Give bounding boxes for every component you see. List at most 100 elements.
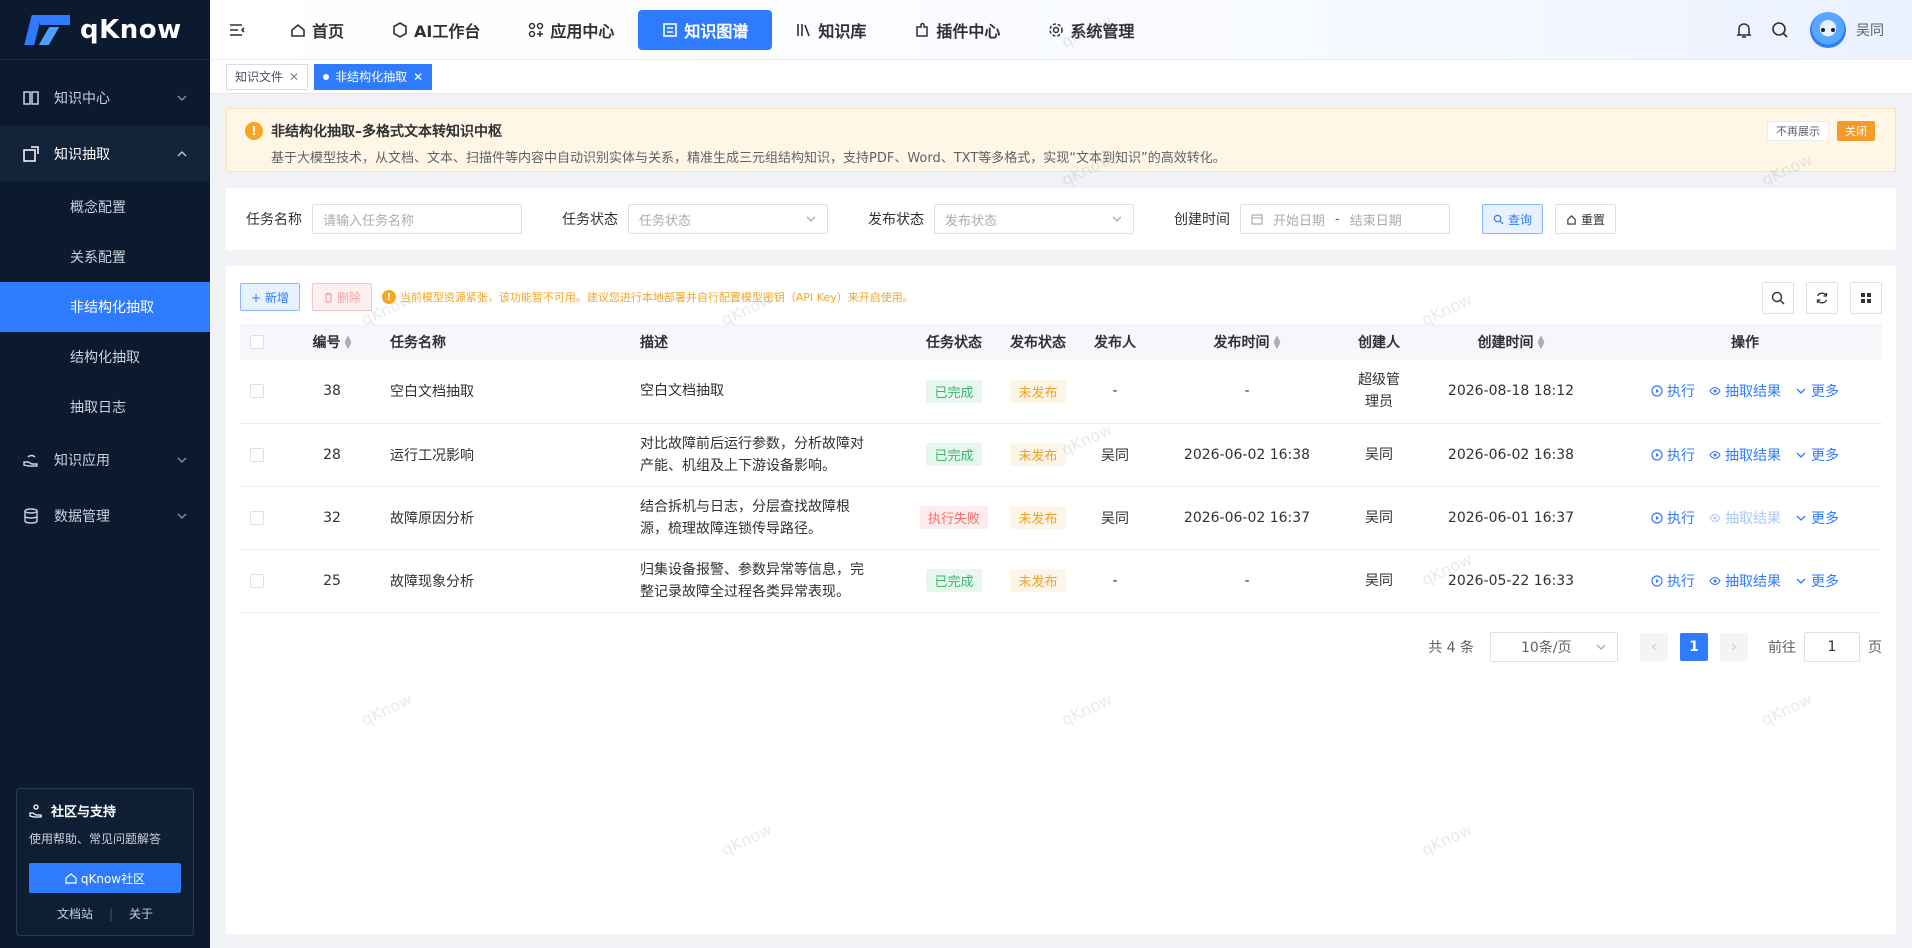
header-publish-time[interactable]: 发布时间 ▲ ▼ — [1150, 324, 1344, 360]
extract-result-button[interactable]: 抽取结果 — [1709, 571, 1781, 591]
cell-publish-time: - — [1244, 572, 1250, 589]
task-status-group: 任务状态 任务状态 — [562, 204, 828, 234]
task-status-select[interactable]: 任务状态 — [628, 204, 828, 234]
nav-app-center[interactable]: 应用中心 — [504, 10, 638, 50]
row-checkbox[interactable] — [250, 510, 264, 525]
avatar[interactable] — [1810, 12, 1846, 48]
nav-home[interactable]: 首页 — [266, 10, 368, 50]
placeholder: 请输入任务名称 — [323, 213, 415, 229]
about-link[interactable]: 关于 — [129, 905, 153, 922]
bell-icon[interactable] — [1734, 20, 1754, 40]
docs-link[interactable]: 文档站 — [57, 905, 93, 922]
tag-unstructured-extraction[interactable]: 非结构化抽取 ✕ — [314, 63, 433, 90]
sidebar-subitem-concept-config[interactable]: 概念配置 — [0, 182, 210, 232]
sidebar-subitem-unstructured-extraction[interactable]: 非结构化抽取 — [0, 282, 210, 332]
date-range-picker[interactable]: 开始日期 - 结束日期 — [1240, 204, 1450, 234]
page-size-select[interactable]: 10条/页 — [1490, 632, 1618, 662]
library-icon — [797, 23, 811, 36]
eye-icon — [1709, 387, 1721, 396]
header-id[interactable]: 编号 ▲ ▼ — [274, 324, 390, 360]
dismiss-button[interactable]: 不再展示 — [1767, 121, 1829, 141]
row-checkbox[interactable] — [250, 573, 264, 588]
close-notice-button[interactable]: 关闭 — [1837, 121, 1875, 141]
cell-publish-time: 2026-06-02 16:37 — [1183, 509, 1311, 526]
more-button[interactable]: 更多 — [1795, 508, 1839, 528]
chevron-down-icon — [1796, 452, 1806, 458]
app-logo[interactable]: qKnow — [0, 0, 210, 60]
sort-icon[interactable]: ▲ ▼ — [1274, 335, 1281, 351]
run-button[interactable]: 执行 — [1651, 508, 1695, 528]
more-button[interactable]: 更多 — [1795, 445, 1839, 465]
nav-knowledge-graph[interactable]: 知识图谱 — [638, 9, 773, 50]
page-number[interactable]: 1 — [1680, 633, 1708, 661]
sort-icon[interactable]: ▲ ▼ — [345, 335, 352, 351]
query-button[interactable]: 查询 — [1482, 204, 1544, 234]
sidebar-subitem-structured-extraction[interactable]: 结构化抽取 — [0, 332, 210, 382]
extract-result-button[interactable]: 抽取结果 — [1709, 445, 1781, 465]
publish-badge: 未发布 — [1010, 379, 1066, 403]
menu-collapse-icon[interactable] — [228, 21, 246, 39]
toggle-search-button[interactable] — [1762, 282, 1794, 314]
sidebar-item-knowledge-center[interactable]: 知识中心 — [0, 70, 210, 126]
select-all-checkbox[interactable] — [250, 335, 264, 349]
sidebar-subitem-relation-config[interactable]: 关系配置 — [0, 232, 210, 282]
sidebar-item-knowledge-extraction[interactable]: 知识抽取 — [0, 126, 210, 182]
search-form: 任务名称 请输入任务名称 任务状态 任务状态 发布状态 发布状态 创建时间 开始… — [226, 188, 1896, 250]
close-icon[interactable]: ✕ — [289, 70, 299, 84]
row-select[interactable] — [240, 423, 274, 486]
community-button[interactable]: qKnow社区 — [29, 863, 181, 893]
cell-created-time: 2026-05-22 16:33 — [1447, 572, 1575, 589]
extract-result-button[interactable]: 抽取结果 — [1709, 381, 1781, 401]
header-task-status: 任务状态 — [912, 324, 996, 360]
sidebar-item-data-management[interactable]: 数据管理 — [0, 488, 210, 544]
hexagon-icon — [393, 21, 407, 38]
close-icon[interactable]: ✕ — [413, 70, 423, 84]
search-icon[interactable] — [1770, 20, 1790, 40]
nav-ai-workbench[interactable]: AI工作台 — [368, 10, 504, 50]
add-button[interactable]: + 新增 — [240, 283, 300, 311]
row-select[interactable] — [240, 549, 274, 612]
nav-system-management[interactable]: 系统管理 — [1024, 10, 1158, 50]
reset-button[interactable]: 重置 — [1555, 204, 1617, 234]
header-publish-status: 发布状态 — [996, 324, 1080, 360]
cell-task-name: 故障现象分析 — [390, 573, 474, 590]
run-button[interactable]: 执行 — [1651, 571, 1695, 591]
nav-plugin-center[interactable]: 插件中心 — [890, 10, 1024, 50]
delete-button[interactable]: 删除 — [311, 283, 372, 311]
publish-status-select[interactable]: 发布状态 — [934, 204, 1134, 234]
run-button[interactable]: 执行 — [1651, 381, 1695, 401]
user-name[interactable]: 吴同 — [1856, 20, 1884, 40]
refresh-button[interactable] — [1806, 282, 1838, 314]
next-page-button[interactable]: › — [1720, 633, 1748, 661]
run-button[interactable]: 执行 — [1651, 445, 1695, 465]
task-name-input[interactable]: 请输入任务名称 — [312, 204, 522, 234]
nav-knowledge-base[interactable]: 知识库 — [772, 10, 890, 50]
row-checkbox[interactable] — [250, 384, 264, 399]
nav-label: 系统管理 — [1070, 21, 1135, 41]
sidebar-subitem-extraction-log[interactable]: 抽取日志 — [0, 382, 210, 432]
header-actions: 操作 — [1608, 324, 1882, 360]
book-icon — [22, 89, 40, 107]
more-button[interactable]: 更多 — [1795, 381, 1839, 401]
header-created-time[interactable]: 创建时间 ▲ ▼ — [1414, 324, 1608, 360]
cell-task-name: 空白文档抽取 — [390, 384, 474, 401]
header-select-all[interactable] — [240, 324, 274, 360]
cell-creator: 吴同 — [1365, 509, 1393, 526]
model-warning: ! 当前模型资源紧张，该功能暂不可用。建议您进行本地部署并自行配置模型密钥（AP… — [381, 289, 914, 305]
extract-result-label: 抽取结果 — [1725, 510, 1781, 527]
placeholder: 任务状态 — [639, 213, 692, 229]
prev-page-button[interactable]: ‹ — [1640, 633, 1668, 661]
row-checkbox[interactable] — [250, 447, 264, 462]
run-label: 执行 — [1667, 447, 1695, 464]
sidebar-item-knowledge-application[interactable]: 知识应用 — [0, 432, 210, 488]
tag-knowledge-file[interactable]: 知识文件 ✕ — [226, 63, 309, 90]
chevron-down-icon — [1596, 644, 1606, 650]
goto-page-input[interactable]: 1 — [1804, 632, 1860, 662]
columns-button[interactable] — [1850, 282, 1882, 314]
sort-icon[interactable]: ▲ ▼ — [1538, 335, 1545, 351]
row-select[interactable] — [240, 486, 274, 549]
more-button[interactable]: 更多 — [1795, 571, 1839, 591]
cell-publish-status: 未发布 — [996, 423, 1080, 486]
home-icon — [65, 873, 77, 884]
row-select[interactable] — [240, 360, 274, 423]
